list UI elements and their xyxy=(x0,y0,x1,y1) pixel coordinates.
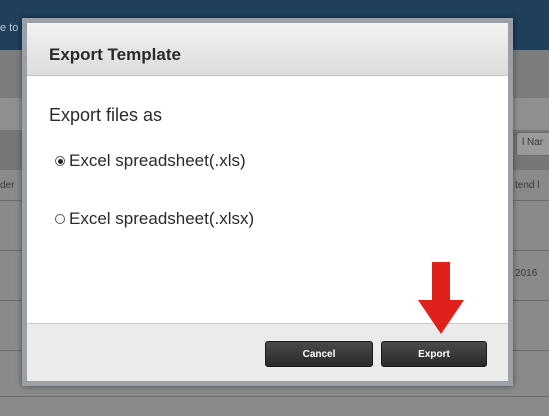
background-search-text: l Nar xyxy=(522,137,544,148)
down-arrow-icon xyxy=(418,262,464,334)
dialog-title: Export Template xyxy=(49,45,181,64)
xls-radio[interactable] xyxy=(55,156,65,166)
xlsx-option-label[interactable]: Excel spreadsheet(.xlsx) xyxy=(69,209,254,229)
xls-option[interactable]: Excel spreadsheet(.xls) xyxy=(55,151,246,171)
dialog-header: Export Template xyxy=(27,23,508,76)
background-topbar-text: e to xyxy=(0,22,19,34)
radio-selected-dot xyxy=(57,158,63,164)
xlsx-radio[interactable] xyxy=(55,214,65,224)
export-button[interactable]: Export xyxy=(381,341,487,367)
xlsx-option[interactable]: Excel spreadsheet(.xlsx) xyxy=(55,209,254,229)
background-search-field: l Nar xyxy=(516,132,549,156)
background-date-fragment: 2016 xyxy=(515,268,538,279)
export-prompt-label: Export files as xyxy=(49,105,163,125)
background-column-fragment: der xyxy=(0,180,15,191)
cancel-button[interactable]: Cancel xyxy=(265,341,373,367)
xls-option-label[interactable]: Excel spreadsheet(.xls) xyxy=(69,151,246,171)
background-row-divider xyxy=(0,396,549,397)
background-column-fragment-right: tend l xyxy=(515,180,540,191)
